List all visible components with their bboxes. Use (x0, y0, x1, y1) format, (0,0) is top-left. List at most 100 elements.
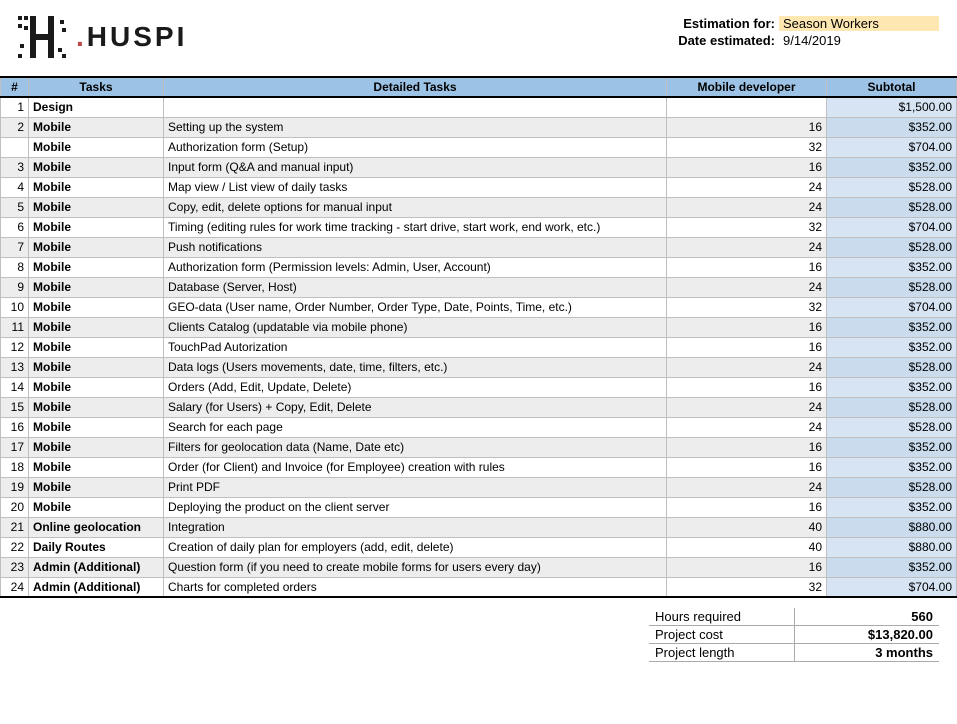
row-dev: 32 (667, 577, 827, 597)
row-num: 8 (1, 257, 29, 277)
row-sub: $352.00 (827, 457, 957, 477)
summary-length-row: Project length 3 months (649, 644, 939, 662)
table-row: 3MobileInput form (Q&A and manual input)… (1, 157, 957, 177)
table-row: MobileAuthorization form (Setup)32$704.0… (1, 137, 957, 157)
row-detail: Clients Catalog (updatable via mobile ph… (164, 317, 667, 337)
date-estimated-label: Date estimated: (659, 33, 779, 48)
row-detail: Integration (164, 517, 667, 537)
row-task: Admin (Additional) (29, 557, 164, 577)
row-dev: 16 (667, 497, 827, 517)
table-row: 7MobilePush notifications24$528.00 (1, 237, 957, 257)
row-num: 15 (1, 397, 29, 417)
row-num: 24 (1, 577, 29, 597)
table-row: 14MobileOrders (Add, Edit, Update, Delet… (1, 377, 957, 397)
header: .HUSPI Estimation for: Season Workers Da… (0, 0, 957, 70)
row-task: Mobile (29, 117, 164, 137)
row-task: Mobile (29, 217, 164, 237)
logo: .HUSPI (18, 12, 187, 62)
row-sub: $528.00 (827, 277, 957, 297)
row-task: Mobile (29, 337, 164, 357)
row-dev: 16 (667, 457, 827, 477)
row-dev: 40 (667, 537, 827, 557)
table-row: 12MobileTouchPad Autorization16$352.00 (1, 337, 957, 357)
table-row: 13MobileData logs (Users movements, date… (1, 357, 957, 377)
row-task: Mobile (29, 257, 164, 277)
row-task: Admin (Additional) (29, 577, 164, 597)
table-row: 22Daily RoutesCreation of daily plan for… (1, 537, 957, 557)
row-sub: $352.00 (827, 317, 957, 337)
row-sub: $352.00 (827, 377, 957, 397)
row-detail: Copy, edit, delete options for manual in… (164, 197, 667, 217)
table-row: 15MobileSalary (for Users) + Copy, Edit,… (1, 397, 957, 417)
row-sub: $528.00 (827, 357, 957, 377)
row-num: 23 (1, 557, 29, 577)
row-detail: Creation of daily plan for employers (ad… (164, 537, 667, 557)
row-num: 2 (1, 117, 29, 137)
row-num (1, 137, 29, 157)
row-num: 3 (1, 157, 29, 177)
row-dev: 24 (667, 397, 827, 417)
summary-hours-row: Hours required 560 (649, 608, 939, 626)
row-num: 11 (1, 317, 29, 337)
cost-value: $13,820.00 (794, 626, 939, 644)
row-sub: $352.00 (827, 557, 957, 577)
row-detail: Input form (Q&A and manual input) (164, 157, 667, 177)
row-dev: 24 (667, 417, 827, 437)
row-num: 7 (1, 237, 29, 257)
row-dev: 24 (667, 197, 827, 217)
header-num: # (1, 77, 29, 97)
table-row: 8MobileAuthorization form (Permission le… (1, 257, 957, 277)
header-detail: Detailed Tasks (164, 77, 667, 97)
cost-label: Project cost (649, 626, 794, 644)
row-num: 12 (1, 337, 29, 357)
row-num: 22 (1, 537, 29, 557)
row-num: 6 (1, 217, 29, 237)
table-row: 10MobileGEO-data (User name, Order Numbe… (1, 297, 957, 317)
table-row: 1Design$1,500.00 (1, 97, 957, 117)
row-sub: $528.00 (827, 237, 957, 257)
row-task: Mobile (29, 477, 164, 497)
row-detail: Filters for geolocation data (Name, Date… (164, 437, 667, 457)
row-num: 18 (1, 457, 29, 477)
row-sub: $352.00 (827, 337, 957, 357)
row-detail: Order (for Client) and Invoice (for Empl… (164, 457, 667, 477)
row-dev: 16 (667, 317, 827, 337)
row-sub: $352.00 (827, 117, 957, 137)
estimation-for-label: Estimation for: (659, 16, 779, 31)
meta-block: Estimation for: Season Workers Date esti… (659, 16, 939, 50)
table-row: 23Admin (Additional)Question form (if yo… (1, 557, 957, 577)
length-value: 3 months (794, 644, 939, 662)
logo-mark-icon (18, 12, 68, 62)
row-num: 14 (1, 377, 29, 397)
table-row: 9MobileDatabase (Server, Host)24$528.00 (1, 277, 957, 297)
row-num: 17 (1, 437, 29, 457)
row-detail: Push notifications (164, 237, 667, 257)
row-sub: $528.00 (827, 177, 957, 197)
row-detail: TouchPad Autorization (164, 337, 667, 357)
row-task: Mobile (29, 297, 164, 317)
row-sub: $704.00 (827, 297, 957, 317)
row-detail: Database (Server, Host) (164, 277, 667, 297)
table-row: 2MobileSetting up the system16$352.00 (1, 117, 957, 137)
row-dev: 24 (667, 177, 827, 197)
row-sub: $704.00 (827, 217, 957, 237)
row-detail: Question form (if you need to create mob… (164, 557, 667, 577)
row-detail: Deploying the product on the client serv… (164, 497, 667, 517)
header-tasks: Tasks (29, 77, 164, 97)
row-num: 9 (1, 277, 29, 297)
hours-label: Hours required (649, 608, 794, 626)
row-detail: Search for each page (164, 417, 667, 437)
row-sub: $352.00 (827, 157, 957, 177)
table-row: 16MobileSearch for each page24$528.00 (1, 417, 957, 437)
length-label: Project length (649, 644, 794, 662)
estimation-table: # Tasks Detailed Tasks Mobile developer … (0, 76, 957, 598)
row-num: 16 (1, 417, 29, 437)
row-detail: Authorization form (Setup) (164, 137, 667, 157)
hours-value: 560 (794, 608, 939, 626)
row-dev: 24 (667, 357, 827, 377)
row-task: Mobile (29, 237, 164, 257)
table-row: 18MobileOrder (for Client) and Invoice (… (1, 457, 957, 477)
row-task: Mobile (29, 177, 164, 197)
row-task: Mobile (29, 157, 164, 177)
row-dev: 40 (667, 517, 827, 537)
